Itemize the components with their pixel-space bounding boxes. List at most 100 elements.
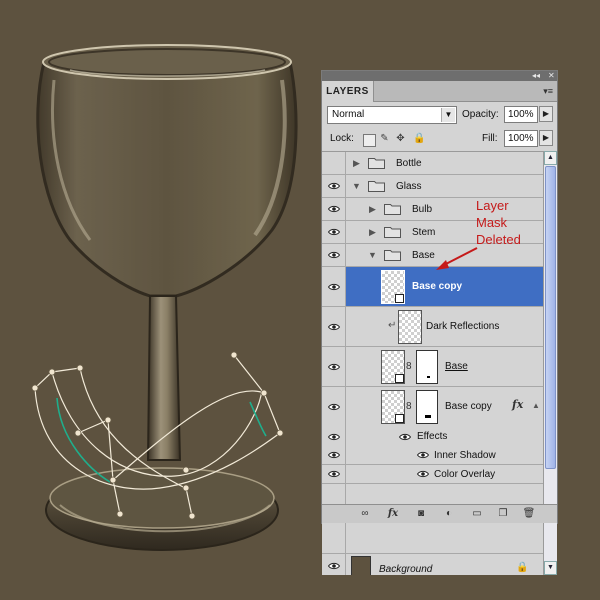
eye-icon xyxy=(328,363,340,370)
layer-mask-thumbnail[interactable] xyxy=(416,350,438,384)
eye-icon xyxy=(328,182,340,190)
expand-triangle-icon[interactable]: ▶ xyxy=(353,158,360,168)
blend-mode-dropdown[interactable]: Normal ▼ xyxy=(327,106,457,124)
effect-row-color-overlay[interactable]: Color Overlay xyxy=(322,465,543,484)
glass-base xyxy=(45,467,279,551)
eye-icon xyxy=(328,403,340,411)
new-layer-icon[interactable]: ❐ xyxy=(496,507,510,521)
fx-icon[interactable]: fx xyxy=(512,398,523,411)
opacity-label: Opacity: xyxy=(462,109,499,120)
collapse-triangle-icon[interactable]: ▼ xyxy=(352,181,361,191)
visibility-toggle[interactable] xyxy=(322,307,346,346)
opacity-input[interactable]: 100% xyxy=(504,106,538,123)
add-style-fx-icon[interactable]: fx xyxy=(386,507,400,521)
visibility-toggle[interactable] xyxy=(322,175,346,197)
layer-thumbnail xyxy=(398,310,422,344)
visibility-toggle[interactable] xyxy=(322,554,346,575)
mask-mark xyxy=(425,415,431,418)
visibility-toggle[interactable] xyxy=(322,446,346,464)
effect-name: Inner Shadow xyxy=(434,450,496,461)
visibility-toggle[interactable] xyxy=(322,244,346,266)
opacity-flyout-button[interactable]: ▶ xyxy=(539,106,553,122)
adjustment-layer-icon[interactable]: ◐ xyxy=(442,507,456,521)
visibility-toggle[interactable] xyxy=(322,267,346,306)
new-group-icon[interactable]: ▭ xyxy=(470,507,484,521)
folder-icon xyxy=(384,250,401,261)
layer-row-bottle[interactable]: ▶ Bottle xyxy=(322,152,543,175)
lock-label: Lock: xyxy=(330,133,354,144)
layer-thumbnail xyxy=(351,556,371,575)
effect-name: Color Overlay xyxy=(434,469,496,480)
layer-name: Glass xyxy=(396,181,422,192)
annotation-line: Layer xyxy=(476,198,509,213)
effects-collapse-icon[interactable]: ▲ xyxy=(532,401,540,411)
scroll-up-arrow-icon[interactable]: ▲ xyxy=(544,151,557,165)
panel-menu-icon[interactable]: ▾≡ xyxy=(543,85,553,97)
scroll-thumb[interactable] xyxy=(545,166,556,469)
layer-row-base[interactable]: 8 Base xyxy=(322,347,543,387)
layer-thumbnail xyxy=(381,270,405,304)
fill-label: Fill: xyxy=(482,133,498,144)
visibility-toggle[interactable] xyxy=(322,387,346,427)
blend-row: Normal ▼ Opacity: 100% ▶ xyxy=(322,105,557,125)
trash-icon[interactable]: 🗑 xyxy=(522,507,536,521)
lock-all-icon[interactable]: 🔒 xyxy=(413,133,425,144)
smart-object-badge xyxy=(395,294,404,303)
visibility-toggle[interactable] xyxy=(322,221,346,243)
folder-icon xyxy=(368,181,385,192)
fill-flyout-button[interactable]: ▶ xyxy=(539,130,553,146)
effect-row-inner-shadow[interactable]: Inner Shadow xyxy=(322,446,543,465)
eye-icon xyxy=(328,205,340,213)
annotation-line: Mask xyxy=(476,215,508,230)
annotation-line: Deleted xyxy=(476,232,521,247)
layers-panel[interactable]: ◂◂ ✕ LAYERS ▾≡ Normal ▼ Opacity: 100% ▶ … xyxy=(321,70,558,575)
lock-move-icon[interactable]: ✥ xyxy=(395,133,406,144)
chain-link-icon[interactable]: 8 xyxy=(406,361,412,372)
blend-mode-value: Normal xyxy=(332,109,365,120)
layer-row-glass[interactable]: ▼ Glass xyxy=(322,175,543,198)
lock-row: Lock: ✎ ✥ 🔒 Fill: 100% ▶ xyxy=(322,129,557,149)
effect-eye-icon[interactable] xyxy=(417,470,429,478)
clipping-arrow-icon: ↵ xyxy=(388,320,397,331)
scroll-down-arrow-icon[interactable]: ▼ xyxy=(544,561,557,575)
visibility-toggle[interactable] xyxy=(322,427,346,446)
expand-triangle-icon[interactable]: ▶ xyxy=(369,204,376,214)
eye-icon xyxy=(328,251,340,259)
effect-eye-icon[interactable] xyxy=(417,451,429,459)
layer-name: Background xyxy=(379,564,433,575)
annotation-text: Layer Mask Deleted xyxy=(476,197,546,248)
layer-row-background[interactable]: Background 🔒 xyxy=(322,554,543,575)
visibility-toggle[interactable] xyxy=(322,465,346,483)
visibility-toggle[interactable] xyxy=(322,347,346,386)
panel-tab-bar: LAYERS ▾≡ xyxy=(322,81,557,102)
fill-input[interactable]: 100% xyxy=(504,130,538,147)
layer-row-dark-reflections[interactable]: ↵ Dark Reflections xyxy=(322,307,543,347)
lock-brush-icon[interactable]: ✎ xyxy=(379,133,390,144)
lock-transparency-icon[interactable] xyxy=(363,134,376,147)
close-icon[interactable]: ✕ xyxy=(548,71,555,81)
panel-bottom-toolbar: ∞ fx ◙ ◐ ▭ ❐ 🗑 xyxy=(322,504,557,523)
eye-icon xyxy=(328,283,340,290)
layer-row-base-copy-fx[interactable]: 8 Base copy fx ▲ xyxy=(322,387,543,427)
tab-layers[interactable]: LAYERS xyxy=(322,81,374,102)
effects-header-row[interactable]: Effects xyxy=(322,427,543,446)
link-layers-icon[interactable]: ∞ xyxy=(358,507,372,521)
chain-link-icon[interactable]: 8 xyxy=(406,401,412,412)
collapse-triangle-icon[interactable]: ▼ xyxy=(368,250,377,260)
folder-icon xyxy=(384,227,401,238)
add-mask-icon[interactable]: ◙ xyxy=(414,507,428,521)
layer-name: Base xyxy=(445,361,468,372)
visibility-toggle[interactable] xyxy=(322,152,346,174)
eye-icon xyxy=(328,470,340,478)
effects-eye-icon[interactable] xyxy=(399,433,411,441)
expand-triangle-icon[interactable]: ▶ xyxy=(369,227,376,237)
layer-thumbnail xyxy=(381,390,405,424)
collapse-icon[interactable]: ◂◂ xyxy=(532,71,540,81)
visibility-toggle[interactable] xyxy=(322,198,346,220)
effects-label: Effects xyxy=(417,431,448,442)
chevron-down-icon: ▼ xyxy=(441,108,455,122)
layer-mask-thumbnail[interactable] xyxy=(416,390,438,424)
layer-name: Base copy xyxy=(445,401,492,412)
smart-object-badge xyxy=(395,374,404,383)
layer-thumbnail xyxy=(381,350,405,384)
